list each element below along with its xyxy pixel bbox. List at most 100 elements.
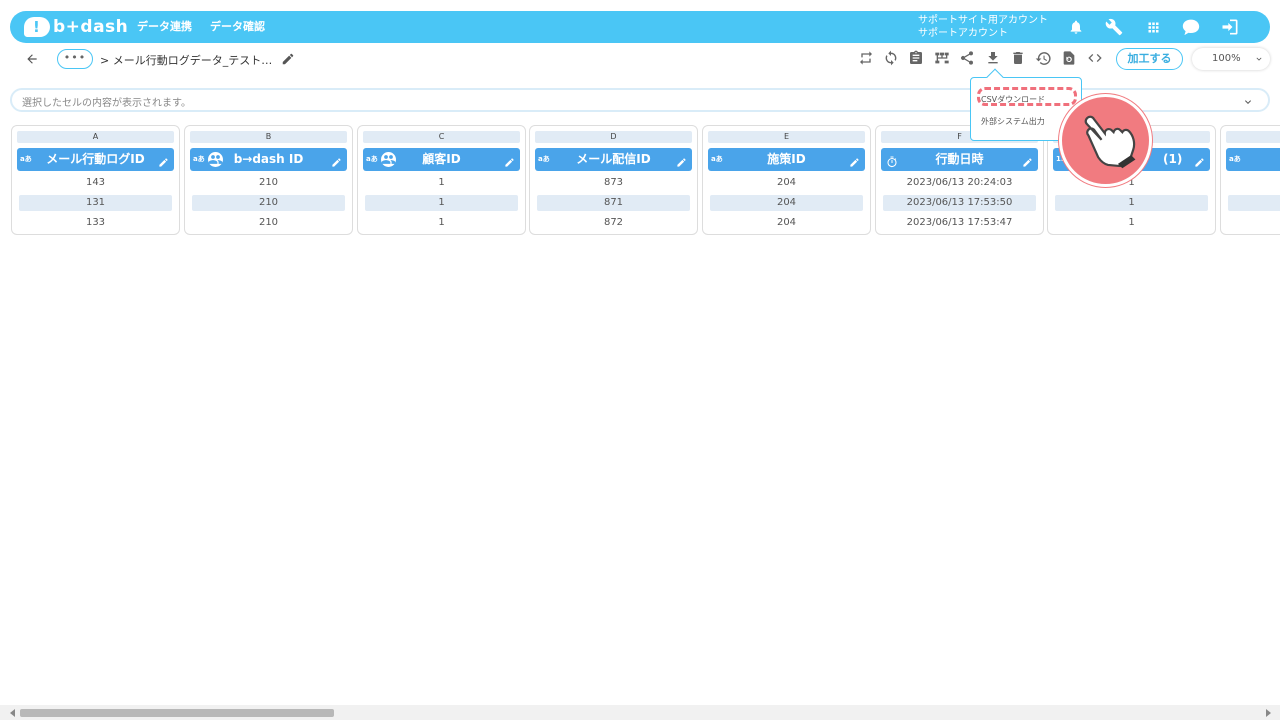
column-a[interactable]: A aあ メール行動ログID 143 131 133 xyxy=(11,125,180,235)
text-type-icon: aあ xyxy=(366,155,378,163)
hand-pointer-icon xyxy=(1059,94,1152,187)
table-cell[interactable]: 210 xyxy=(192,215,345,231)
highlight-dashed-frame xyxy=(977,87,1077,106)
edit-pencil-icon[interactable] xyxy=(1022,153,1033,176)
logo-text: b+dash xyxy=(53,17,129,37)
breadcrumb[interactable]: > メール行動ログデータ_テスト… xyxy=(100,52,272,68)
nav-data-link[interactable]: データ連携 xyxy=(137,11,192,43)
table-cell[interactable]: 2023/06/13 17:53:47 xyxy=(883,215,1036,231)
scrollbar-thumb[interactable] xyxy=(20,709,334,717)
column-title: 施策ID xyxy=(767,152,806,166)
apps-grid-icon[interactable] xyxy=(1142,16,1164,38)
app-header: b+dash データ連携 データ確認 サポートサイト用アカウント サポートアカウ… xyxy=(10,11,1270,43)
zoom-value: 100% xyxy=(1212,53,1241,64)
logout-icon[interactable] xyxy=(1219,16,1241,38)
table-cell[interactable]: 1 xyxy=(365,195,518,211)
text-type-icon: aあ xyxy=(711,155,723,163)
table-cell[interactable]: 871 xyxy=(537,195,690,211)
column-title: (1) xyxy=(1163,152,1183,166)
column-letter xyxy=(1226,131,1280,143)
cell-content-placeholder: 選択したセルの内容が表示されます。 xyxy=(22,98,191,109)
column-title: メール行動ログID xyxy=(46,152,145,166)
zoom-select[interactable]: 100% xyxy=(1192,48,1270,70)
trash-icon[interactable] xyxy=(1010,50,1028,68)
history-icon[interactable] xyxy=(1035,50,1053,68)
column-title: b→dash ID xyxy=(233,152,304,166)
text-type-icon: aあ xyxy=(538,155,550,163)
wrench-icon[interactable] xyxy=(1103,16,1125,38)
table-cell[interactable]: 1 xyxy=(365,175,518,191)
people-group-icon xyxy=(381,152,396,167)
refresh-icon[interactable] xyxy=(883,50,901,68)
column-header[interactable]: aあ b→dash ID xyxy=(190,148,347,171)
column-header[interactable]: aあ メール配信ID xyxy=(535,148,692,171)
chevron-down-icon xyxy=(1254,48,1264,73)
edit-pencil-icon[interactable] xyxy=(676,153,687,176)
table-cell[interactable]: 204 xyxy=(710,195,863,211)
back-arrow-icon[interactable] xyxy=(23,50,41,68)
rename-pencil-icon[interactable] xyxy=(281,51,295,70)
column-header[interactable]: 行動日時 xyxy=(881,148,1038,171)
edit-pencil-icon[interactable] xyxy=(331,153,342,176)
table-cell[interactable]: 1 xyxy=(1055,215,1208,231)
edit-pencil-icon[interactable] xyxy=(849,153,860,176)
table-cell[interactable]: 210 xyxy=(192,195,345,211)
column-letter: C xyxy=(363,131,520,143)
restore-file-icon[interactable] xyxy=(1061,50,1079,68)
table-cell[interactable]: 133 xyxy=(19,215,172,231)
hierarchy-icon[interactable] xyxy=(933,50,951,68)
column-title: 行動日時 xyxy=(935,152,984,166)
column-c[interactable]: C aあ 顧客ID 1 1 1 xyxy=(357,125,526,235)
table-cell[interactable]: 2023/06/13 20:24:03 xyxy=(883,175,1036,191)
column-letter: B xyxy=(190,131,347,143)
column-header[interactable]: aあ 施策ID xyxy=(708,148,865,171)
bdash-logo[interactable]: b+dash xyxy=(24,15,128,39)
table-cell[interactable] xyxy=(1228,195,1280,211)
code-icon[interactable] xyxy=(1086,50,1104,68)
column-title: メール配信ID xyxy=(576,152,651,166)
column-header[interactable]: aあ xyxy=(1226,148,1280,171)
column-d[interactable]: D aあ メール配信ID 873 871 872 xyxy=(529,125,698,235)
column-f[interactable]: F 行動日時 2023/06/13 20:24:03 2023/06/13 17… xyxy=(875,125,1044,235)
column-letter: A xyxy=(17,131,174,143)
timer-icon xyxy=(886,153,898,176)
nav-data-check[interactable]: データ確認 xyxy=(210,11,265,43)
external-system-output-menu-item[interactable]: 外部システム出力 xyxy=(981,116,1045,127)
column-b[interactable]: B aあ b→dash ID 210 210 210 xyxy=(184,125,353,235)
download-icon[interactable] xyxy=(985,50,1003,68)
table-cell[interactable]: 872 xyxy=(537,215,690,231)
column-e[interactable]: E aあ 施策ID 204 204 204 xyxy=(702,125,871,235)
swap-icon[interactable] xyxy=(858,50,876,68)
column-letter: D xyxy=(535,131,692,143)
table-cell[interactable]: 210 xyxy=(192,175,345,191)
account-name-line1: サポートサイト用アカウント xyxy=(918,15,1048,26)
table-cell[interactable]: 873 xyxy=(537,175,690,191)
table-cell[interactable]: 1 xyxy=(365,215,518,231)
column-letter: E xyxy=(708,131,865,143)
column-header[interactable]: aあ メール行動ログID xyxy=(17,148,174,171)
table-cell[interactable]: 204 xyxy=(710,175,863,191)
account-name-line2: サポートアカウント xyxy=(918,28,1008,39)
process-button[interactable]: 加工する xyxy=(1116,48,1183,70)
edit-pencil-icon[interactable] xyxy=(158,153,169,176)
edit-pencil-icon[interactable] xyxy=(1194,153,1205,176)
account-info[interactable]: サポートサイト用アカウント サポートアカウント xyxy=(918,14,1048,40)
edit-pencil-icon[interactable] xyxy=(504,153,515,176)
column-header[interactable]: aあ 顧客ID xyxy=(363,148,520,171)
table-cell[interactable]: 143 xyxy=(19,175,172,191)
logo-bubble-icon xyxy=(24,17,50,37)
toolbar: ••• > メール行動ログデータ_テスト… 加工する 100% xyxy=(10,44,1270,74)
table-cell[interactable]: 131 xyxy=(19,195,172,211)
more-breadcrumb-button[interactable]: ••• xyxy=(57,49,93,69)
table-cell[interactable]: 1 xyxy=(1055,195,1208,211)
column-h[interactable]: aあ xyxy=(1220,125,1280,235)
clipboard-icon[interactable] xyxy=(908,50,926,68)
table-cell[interactable]: 2023/06/13 17:53:50 xyxy=(883,195,1036,211)
column-title: 顧客ID xyxy=(422,152,461,166)
expand-chevron-icon[interactable] xyxy=(1242,93,1254,112)
share-icon[interactable] xyxy=(959,50,977,68)
support-chat-icon[interactable] xyxy=(1180,16,1202,38)
bell-icon[interactable] xyxy=(1065,16,1087,38)
people-group-icon xyxy=(208,152,223,167)
table-cell[interactable]: 204 xyxy=(710,215,863,231)
